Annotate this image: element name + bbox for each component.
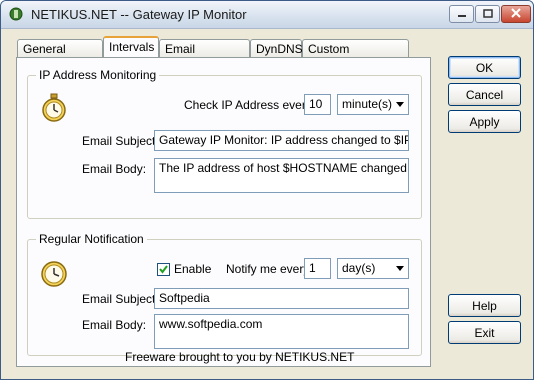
close-button[interactable] xyxy=(501,5,531,23)
regular-notification-group-title: Regular Notification xyxy=(36,232,147,246)
intervals-panel: IP Address Monitoring Check IP Address e… xyxy=(16,57,431,367)
ip-body-label: Email Body: xyxy=(82,162,147,176)
minimize-icon xyxy=(457,7,467,21)
apply-button[interactable]: Apply xyxy=(448,110,521,133)
minimize-button[interactable] xyxy=(449,5,474,23)
regular-notification-group: Regular Notification Enable Notify me ev… xyxy=(27,232,422,356)
ok-button[interactable]: OK xyxy=(448,56,521,79)
check-interval-input[interactable]: 10 xyxy=(304,94,331,115)
ip-subject-input[interactable]: Gateway IP Monitor: IP address changed t… xyxy=(154,130,409,151)
app-window: NETIKUS.NET -- Gateway IP Monitor Genera… xyxy=(0,0,534,380)
regular-body-textarea[interactable]: www.softpedia.com xyxy=(154,314,409,349)
maximize-button[interactable] xyxy=(475,5,500,23)
notify-interval-label: Notify me every xyxy=(226,262,310,276)
enable-checkbox[interactable] xyxy=(157,263,170,276)
exit-button[interactable]: Exit xyxy=(448,321,521,344)
maximize-icon xyxy=(482,7,493,21)
cancel-button[interactable]: Cancel xyxy=(448,83,521,106)
check-interval-unit-select[interactable]: minute(s) xyxy=(337,94,409,115)
enable-label[interactable]: Enable xyxy=(174,262,211,276)
title-bar[interactable]: NETIKUS.NET -- Gateway IP Monitor xyxy=(1,1,533,29)
dialog-body: General Options Intervals Email Notifica… xyxy=(1,29,533,379)
regular-body-label: Email Body: xyxy=(82,318,147,332)
tab-custom-notifications[interactable]: Custom Notifications xyxy=(302,39,409,74)
check-interval-label: Check IP Address every xyxy=(184,98,312,112)
checkmark-icon xyxy=(159,263,168,277)
notify-interval-unit-value: day(s) xyxy=(342,261,376,275)
footer-text: Freeware brought to you by NETIKUS.NET xyxy=(125,350,355,364)
regular-subject-label: Email Subject: xyxy=(82,292,159,306)
tab-intervals[interactable]: Intervals xyxy=(103,36,159,57)
help-button[interactable]: Help xyxy=(448,294,521,317)
close-icon xyxy=(511,7,521,21)
ip-monitoring-group-title: IP Address Monitoring xyxy=(36,68,160,82)
tab-email-notification[interactable]: Email Notification xyxy=(159,39,250,74)
app-icon xyxy=(9,7,23,21)
ip-body-textarea[interactable]: The IP address of host $HOSTNAME changed… xyxy=(154,158,409,193)
notify-interval-unit-select[interactable]: day(s) xyxy=(337,258,409,279)
stopwatch-icon xyxy=(40,93,68,126)
clock-icon xyxy=(40,260,68,291)
tab-dyndns[interactable]: DynDNS xyxy=(250,39,303,57)
window-title: NETIKUS.NET -- Gateway IP Monitor xyxy=(31,7,247,22)
check-interval-unit-value: minute(s) xyxy=(342,97,393,111)
chevron-down-icon[interactable] xyxy=(392,260,407,277)
chevron-down-icon[interactable] xyxy=(392,96,407,113)
ip-monitoring-group: IP Address Monitoring Check IP Address e… xyxy=(27,68,422,219)
ip-subject-label: Email Subject: xyxy=(82,134,159,148)
tab-general-options[interactable]: General Options xyxy=(17,39,103,74)
notify-interval-input[interactable]: 1 xyxy=(304,258,331,279)
regular-subject-input[interactable]: Softpedia xyxy=(154,288,409,309)
